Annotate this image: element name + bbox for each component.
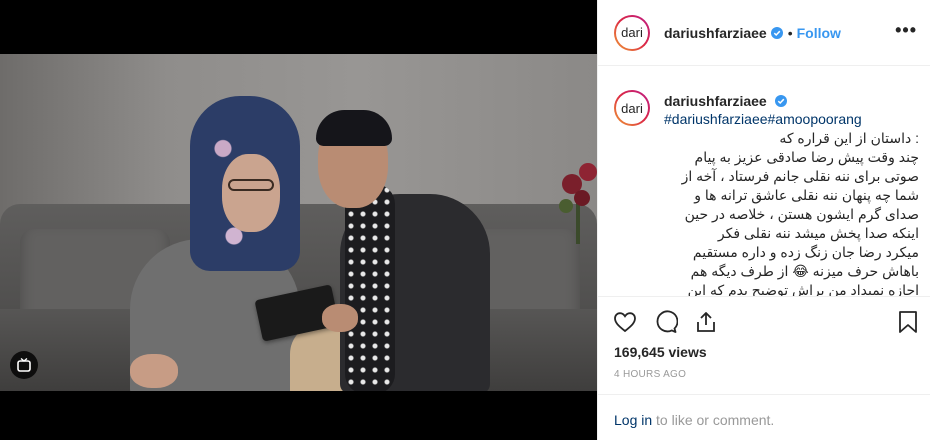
- share-icon[interactable]: [693, 309, 719, 335]
- video-woman-glasses: [228, 179, 274, 191]
- comment-bubble-icon[interactable]: [653, 309, 679, 335]
- video-man-hand: [322, 304, 358, 332]
- login-link[interactable]: Log in: [614, 412, 652, 428]
- header-separator: •: [787, 24, 793, 41]
- video-woman-face: [222, 154, 280, 232]
- bookmark-icon[interactable]: [895, 309, 921, 335]
- post-timestamp[interactable]: 4 HOURS AGO: [614, 369, 686, 380]
- post-video[interactable]: [0, 54, 597, 391]
- avatar[interactable]: dari: [614, 90, 650, 126]
- caption-hashtags[interactable]: #dariushfarziaee#amoopoorang: [664, 110, 919, 128]
- post-caption: dari dariushfarziaee #dariushfarziaee#am…: [614, 90, 919, 296]
- caption-username[interactable]: dariushfarziaee: [664, 93, 767, 109]
- view-count[interactable]: 169,645 views: [614, 344, 707, 360]
- avatar-text: dari: [616, 16, 648, 49]
- caption-text: : داستان از این قراره که چند وقت پیش رضا…: [681, 130, 919, 296]
- igtv-icon[interactable]: [10, 351, 38, 379]
- caption-username-row: dariushfarziaee: [664, 92, 919, 110]
- verified-badge-icon: [774, 95, 787, 107]
- avatar-text: dari: [616, 92, 648, 124]
- avatar[interactable]: dari: [614, 14, 650, 51]
- video-man-hair: [316, 110, 392, 146]
- more-options-button[interactable]: •••: [895, 21, 917, 39]
- post-side-panel: dari dariushfarziaee • Follow ••• dari d…: [597, 0, 930, 440]
- verified-badge-icon: [770, 26, 783, 39]
- post-header: dari dariushfarziaee • Follow •••: [598, 0, 930, 66]
- heart-icon[interactable]: [612, 309, 638, 335]
- instagram-post-page: dari dariushfarziaee • Follow ••• dari d…: [0, 0, 930, 440]
- action-bar: [598, 296, 930, 346]
- login-bar: Log in to like or comment.: [598, 394, 930, 440]
- follow-button[interactable]: Follow: [797, 25, 841, 41]
- login-prompt-text: to like or comment.: [652, 412, 775, 428]
- media-area: [0, 0, 597, 440]
- video-man-scarf: [345, 184, 395, 391]
- caption-body: dariushfarziaee #dariushfarziaee#amoopoo…: [664, 90, 919, 296]
- video-woman-hand: [130, 354, 178, 388]
- video-flowers: [559, 163, 597, 244]
- header-username[interactable]: dariushfarziaee: [664, 25, 767, 41]
